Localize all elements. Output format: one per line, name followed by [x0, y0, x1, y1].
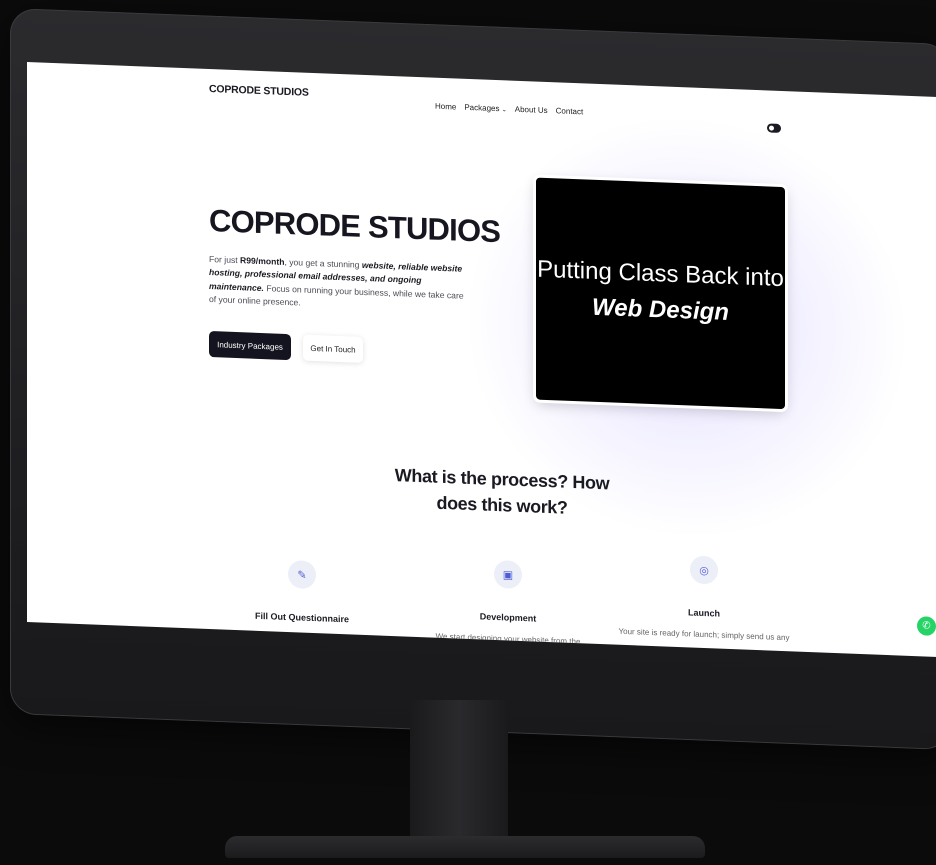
- hero-text-intro: For just: [209, 253, 241, 266]
- nav-about[interactable]: About Us: [515, 105, 548, 115]
- whatsapp-icon[interactable]: ✆: [917, 616, 936, 636]
- hero-text-mid: , you get a stunning: [284, 256, 362, 270]
- video-headline-line2: Web Design: [592, 293, 729, 326]
- hero-description: For just R99/month, you get a stunning w…: [209, 253, 471, 316]
- website-screen: COPRODE STUDIOS Home Packages ⌄ About Us…: [27, 62, 936, 658]
- nav-contact[interactable]: Contact: [556, 106, 584, 116]
- nav-home[interactable]: Home: [435, 102, 456, 112]
- nav-packages-label: Packages: [464, 102, 500, 114]
- step-launch: ◎ Launch Your site is ready for launch; …: [604, 552, 804, 643]
- main-nav: Home Packages ⌄ About Us Contact: [435, 102, 583, 117]
- monitor-icon: ▣: [494, 559, 522, 590]
- step-development: ▣ Development We start designing your we…: [408, 557, 608, 648]
- chevron-down-icon: ⌄: [501, 107, 507, 114]
- step-title: Launch: [687, 607, 720, 619]
- step-title: Fill Out Questionnaire: [254, 610, 349, 625]
- hero-price: R99/month: [240, 255, 285, 267]
- globe-icon: ◎: [690, 555, 718, 585]
- nav-packages[interactable]: Packages ⌄: [464, 103, 506, 114]
- video-headline-line1: Putting Class Back into: [537, 255, 784, 293]
- hero-video[interactable]: Putting Class Back into Web Design: [536, 177, 785, 410]
- monitor-stand-base: [225, 836, 705, 858]
- site-logo[interactable]: COPRODE STUDIOS: [209, 83, 309, 99]
- theme-toggle-icon[interactable]: [767, 123, 781, 133]
- pencil-icon: ✎: [288, 560, 316, 590]
- hero-title: COPRODE STUDIOS: [209, 202, 501, 250]
- industry-packages-button[interactable]: Industry Packages: [209, 330, 291, 361]
- process-title: What is the process? How does this work?: [394, 465, 610, 518]
- step-title: Development: [479, 611, 537, 624]
- monitor-stand: [410, 700, 508, 850]
- get-in-touch-button[interactable]: Get In Touch: [303, 334, 363, 363]
- step-description: Your site is ready for launch; simply se…: [618, 626, 790, 643]
